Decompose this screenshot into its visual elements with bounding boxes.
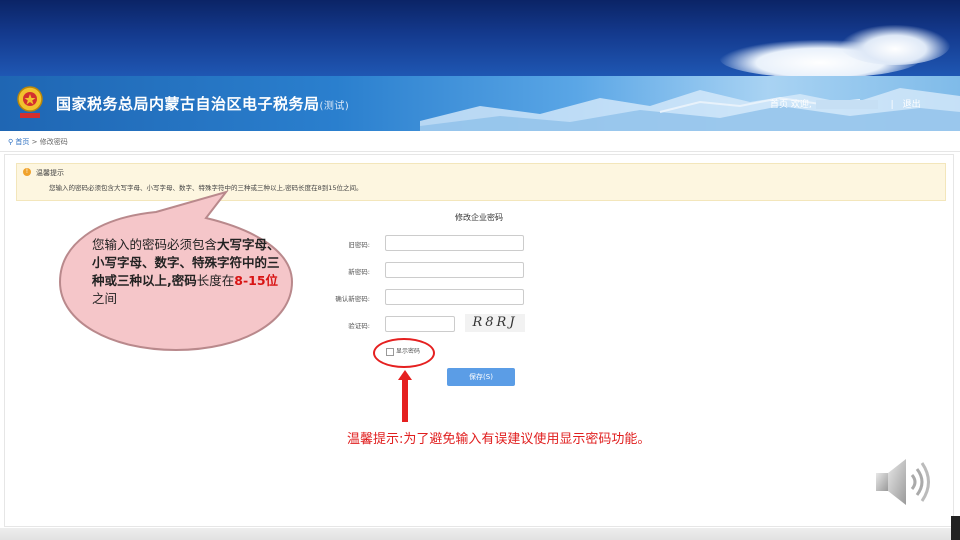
window-edge <box>951 516 960 540</box>
nav-separator: | <box>890 100 894 110</box>
save-button[interactable]: 保存(S) <box>447 368 515 386</box>
breadcrumb-current: 修改密码 <box>39 138 68 146</box>
callout-length: 8-15位 <box>234 273 279 288</box>
form-title: 修改企业密码 <box>455 213 503 222</box>
callout-part-1: 您输入的密码必须包含 <box>92 237 218 252</box>
highlight-circle <box>373 338 435 368</box>
user-nav: 首页 欢迎, | 退出 <box>770 97 921 110</box>
captcha-input[interactable] <box>385 316 455 332</box>
callout-part-3: 长度在 <box>196 273 235 288</box>
confirm-password-input[interactable] <box>385 289 524 305</box>
redacted-username <box>815 100 878 109</box>
old-password-input[interactable] <box>385 235 524 251</box>
up-arrow-icon <box>398 370 412 422</box>
new-password-label: 新密码: <box>348 268 370 276</box>
cloud-decoration-2 <box>840 25 950 65</box>
captcha-image[interactable]: R8RJ <box>465 314 525 332</box>
tax-emblem-icon <box>17 86 43 118</box>
notice-title: 温馨提示 <box>36 169 64 177</box>
breadcrumb-divider <box>0 151 960 152</box>
nav-home-link[interactable]: 首页 <box>770 100 788 110</box>
confirm-password-label: 确认新密码: <box>335 295 370 303</box>
location-pin-icon: ⚲ <box>8 138 14 146</box>
site-title-text: 国家税务总局内蒙古自治区电子税务局 <box>56 95 320 113</box>
breadcrumb: ⚲ 首页 > 修改密码 <box>8 137 68 147</box>
breadcrumb-home[interactable]: 首页 <box>15 138 29 146</box>
breadcrumb-separator: > <box>31 138 38 146</box>
callout-part-5: 之间 <box>92 291 118 306</box>
site-title: 国家税务总局内蒙古自治区电子税务局(测试) <box>56 93 349 114</box>
nav-welcome: 欢迎, <box>790 100 812 110</box>
captcha-label: 验证码: <box>348 322 370 330</box>
site-title-suffix: (测试) <box>319 101 350 112</box>
speaker-icon[interactable] <box>872 455 932 510</box>
new-password-input[interactable] <box>385 262 524 278</box>
logout-link[interactable]: 退出 <box>903 100 921 110</box>
old-password-label: 旧密码: <box>348 241 370 249</box>
footer-strip <box>0 528 960 540</box>
notice-icon: ! <box>23 168 31 176</box>
callout-text: 您输入的密码必须包含大写字母、小写字母、数字、特殊字符中的三种或三种以上,密码长… <box>92 236 282 308</box>
tip-annotation: 温馨提示:为了避免输入有误建议使用显示密码功能。 <box>347 432 651 447</box>
